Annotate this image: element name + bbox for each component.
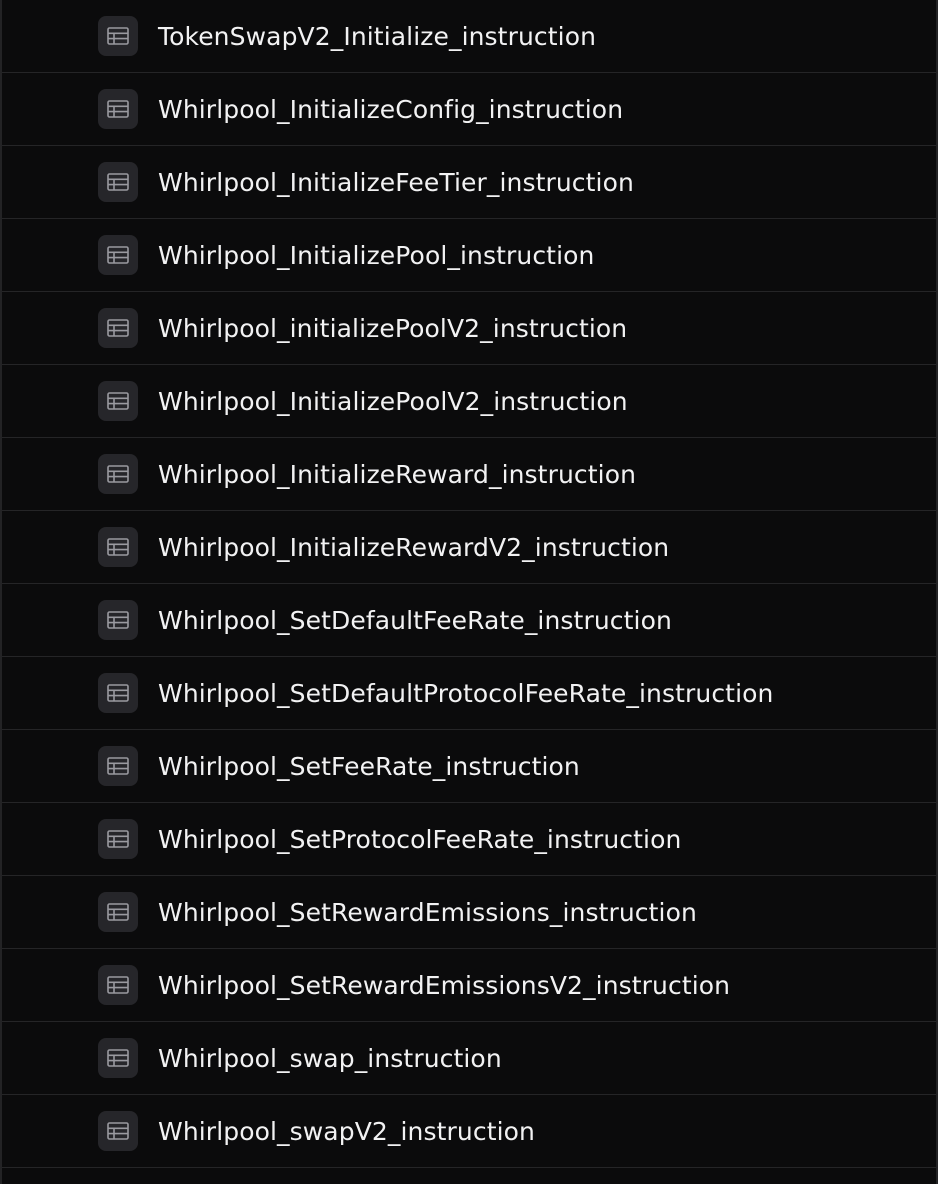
table-row[interactable]: Whirlpool_SetRewardEmissions_instruction — [2, 876, 936, 949]
table-name: Whirlpool_InitializeReward_instruction — [158, 459, 637, 489]
table-row[interactable]: Whirlpool_initializePoolV2_instruction — [2, 292, 936, 365]
table-name: Whirlpool_SetDefaultFeeRate_instruction — [158, 605, 672, 635]
table-icon — [98, 819, 138, 859]
table-name: Whirlpool_SetRewardEmissionsV2_instructi… — [158, 970, 731, 1000]
table-name: Whirlpool_swapV2_instruction — [158, 1116, 535, 1146]
table-name: Whirlpool_initializePoolV2_instruction — [158, 313, 628, 343]
table-row[interactable]: Whirlpool_InitializePoolV2_instruction — [2, 365, 936, 438]
table-name: Whirlpool_SetFeeRate_instruction — [158, 751, 580, 781]
table-icon — [98, 89, 138, 129]
table-row[interactable]: Whirlpool_SetFeeRate_instruction — [2, 730, 936, 803]
table-name: Whirlpool_SetProtocolFeeRate_instruction — [158, 824, 682, 854]
table-name: Whirlpool_InitializeFeeTier_instruction — [158, 167, 634, 197]
table-row[interactable]: Whirlpool_swap_instruction — [2, 1022, 936, 1095]
table-icon — [98, 892, 138, 932]
table-row[interactable]: Whirlpool_SetProtocolFeeRate_instruction — [2, 803, 936, 876]
table-icon — [98, 235, 138, 275]
table-icon — [98, 1111, 138, 1151]
table-row[interactable]: Whirlpool_InitializeConfig_instruction — [2, 73, 936, 146]
table-name: Whirlpool_InitializeConfig_instruction — [158, 94, 624, 124]
table-name: Whirlpool_swap_instruction — [158, 1043, 502, 1073]
table-icon — [98, 965, 138, 1005]
table-name: Whirlpool_SetDefaultProtocolFeeRate_inst… — [158, 678, 774, 708]
table-list: TokenSwapV2_Initialize_instruction Whirl… — [0, 0, 938, 1184]
table-row[interactable]: Whirlpool_SetDefaultFeeRate_instruction — [2, 584, 936, 657]
table-row[interactable]: Whirlpool_InitializeFeeTier_instruction — [2, 146, 936, 219]
table-row[interactable]: Whirlpool_InitializeReward_instruction — [2, 438, 936, 511]
table-name: Whirlpool_SetRewardEmissions_instruction — [158, 897, 697, 927]
table-icon — [98, 673, 138, 713]
table-row[interactable]: Whirlpool_SetDefaultProtocolFeeRate_inst… — [2, 657, 936, 730]
table-name: Whirlpool_InitializeRewardV2_instruction — [158, 532, 670, 562]
table-name: Whirlpool_InitializePool_instruction — [158, 240, 595, 270]
table-icon — [98, 527, 138, 567]
table-icon — [98, 381, 138, 421]
table-row[interactable]: Whirlpool_InitializeRewardV2_instruction — [2, 511, 936, 584]
table-row[interactable]: Whirlpool_InitializePool_instruction — [2, 219, 936, 292]
table-row[interactable]: Whirlpool_SetRewardEmissionsV2_instructi… — [2, 949, 936, 1022]
table-icon — [98, 454, 138, 494]
table-row[interactable]: TokenSwapV2_Initialize_instruction — [2, 0, 936, 73]
table-icon — [98, 600, 138, 640]
table-icon — [98, 1038, 138, 1078]
table-icon — [98, 308, 138, 348]
table-row[interactable]: Whirlpool_swapV2_instruction — [2, 1095, 936, 1168]
table-icon — [98, 746, 138, 786]
table-icon — [98, 162, 138, 202]
table-icon — [98, 16, 138, 56]
table-name: Whirlpool_InitializePoolV2_instruction — [158, 386, 628, 416]
table-name: TokenSwapV2_Initialize_instruction — [158, 21, 597, 51]
